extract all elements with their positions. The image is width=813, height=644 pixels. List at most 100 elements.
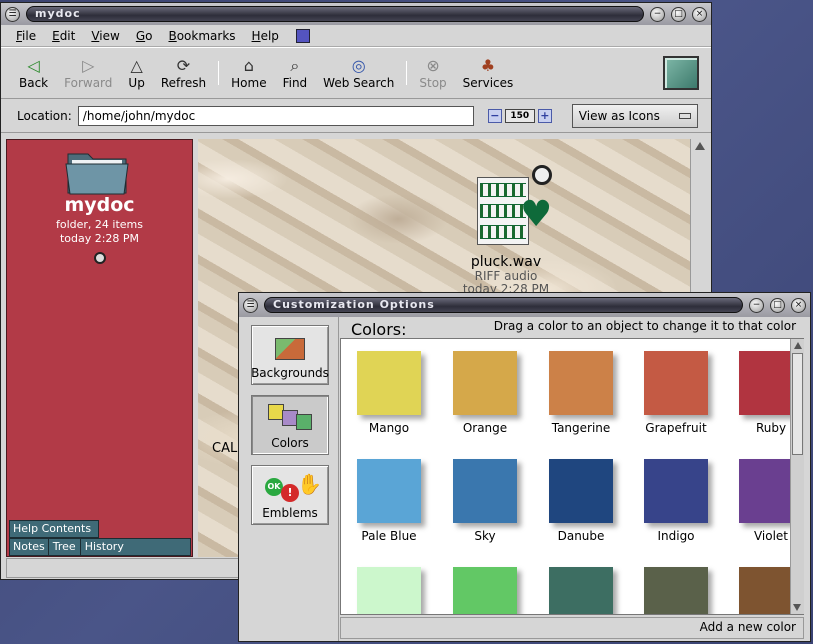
color-swatch-label: Indigo — [657, 529, 695, 543]
color-swatch[interactable] — [549, 459, 613, 523]
location-input[interactable] — [77, 105, 474, 126]
color-swatch[interactable] — [357, 567, 421, 614]
color-swatch-label: Tangerine — [551, 421, 611, 435]
refresh-label: Refresh — [160, 76, 207, 90]
find-button[interactable]: ⌕ Find — [275, 49, 316, 97]
window-menu-icon[interactable]: ☰ — [243, 297, 258, 313]
category-emblems-button[interactable]: OK ! ✋ Emblems — [251, 465, 329, 525]
category-backgrounds-button[interactable]: Backgrounds — [251, 325, 329, 385]
scroll-up-icon[interactable] — [694, 142, 705, 150]
color-swatch[interactable] — [549, 351, 613, 415]
category-emblems-label: Emblems — [262, 506, 318, 520]
tab-notes[interactable]: Notes — [10, 539, 49, 555]
forward-button[interactable]: ▷ Forward — [56, 49, 120, 97]
menu-view[interactable]: View — [84, 27, 126, 45]
color-swatch[interactable] — [549, 567, 613, 614]
view-as-value: View as Icons — [578, 108, 660, 123]
forward-label: Forward — [64, 76, 113, 90]
menu-edit[interactable]: Edit — [45, 27, 82, 45]
tab-tree[interactable]: Tree — [49, 539, 81, 555]
emblem-noread-icon — [94, 252, 106, 264]
category-colors-button[interactable]: Colors — [251, 395, 329, 455]
scroll-up-icon[interactable] — [793, 342, 802, 349]
zoom-level[interactable]: 150 — [504, 108, 535, 123]
minimize-icon[interactable]: − — [749, 297, 764, 313]
maximize-icon[interactable]: □ — [671, 6, 686, 22]
emblems-icon: OK ! ✋ — [265, 474, 322, 502]
add-color-button[interactable]: Add a new color — [696, 619, 800, 635]
folder-title: mydoc — [64, 194, 135, 216]
toolbar-separator — [218, 61, 220, 85]
up-label: Up — [128, 76, 145, 90]
category-panel: Backgrounds Colors OK ! ✋ Emblems — [239, 317, 339, 641]
color-swatch[interactable] — [644, 459, 708, 523]
color-swatch[interactable] — [453, 351, 517, 415]
sidebar-tab-row: Notes Tree History — [9, 538, 191, 556]
folder-info: folder, 24 items — [55, 218, 143, 231]
up-button[interactable]: △ Up — [120, 49, 152, 97]
find-icon: ⌕ — [290, 56, 300, 75]
web-search-button[interactable]: ◎ Web Search — [315, 49, 402, 97]
category-backgrounds-label: Backgrounds — [251, 366, 329, 380]
minimize-icon[interactable]: − — [650, 6, 665, 22]
menubar: File Edit View Go Bookmarks Help — [1, 25, 711, 47]
menu-go[interactable]: Go — [129, 27, 160, 45]
folder-icon — [65, 153, 129, 195]
stop-button[interactable]: ⊗ Stop — [411, 49, 454, 97]
toolbar: ◁ Back ▷ Forward △ Up ⟳ Refresh ⌂ Home ⌕ Find … — [1, 47, 711, 99]
category-colors-label: Colors — [271, 436, 309, 450]
dropdown-icon — [678, 112, 691, 119]
services-label: Services — [462, 76, 514, 90]
color-swatch[interactable] — [453, 459, 517, 523]
colors-hint: Drag a color to an object to change it t… — [493, 319, 796, 333]
main-titlebar[interactable]: ☰ mydoc − □ × — [1, 3, 711, 25]
sidebar: mydoc folder, 24 items today 2:28 PM Hel… — [6, 139, 193, 557]
menu-help[interactable]: Help — [245, 27, 286, 45]
colors-icon — [268, 404, 312, 430]
view-as-select[interactable]: View as Icons — [571, 103, 698, 128]
location-label: Location: — [17, 108, 72, 123]
window-title: mydoc — [26, 6, 644, 22]
color-swatch-label: Orange — [462, 421, 508, 435]
zoom-in-button[interactable]: + — [537, 108, 552, 123]
window-menu-icon[interactable]: ☰ — [5, 6, 20, 22]
menu-file[interactable]: File — [9, 27, 43, 45]
color-swatch-label: Danube — [557, 529, 605, 543]
home-button[interactable]: ⌂ Home — [223, 49, 274, 97]
toolbar-separator — [406, 61, 408, 85]
scroll-thumb[interactable] — [792, 353, 803, 455]
services-icon: ♣ — [480, 56, 496, 75]
find-label: Find — [282, 76, 308, 90]
tab-history[interactable]: History — [81, 539, 128, 555]
services-button[interactable]: ♣ Services — [455, 49, 522, 97]
color-swatch-label: Grapefruit — [645, 421, 707, 435]
file-type: RIFF audio — [474, 269, 538, 283]
color-swatch[interactable] — [644, 351, 708, 415]
color-swatch[interactable] — [644, 567, 708, 614]
web-search-label: Web Search — [323, 76, 395, 90]
back-button[interactable]: ◁ Back — [11, 49, 56, 97]
menu-bookmarks[interactable]: Bookmarks — [161, 27, 242, 45]
backgrounds-icon — [275, 338, 305, 360]
dialog-title: Customization Options — [264, 297, 743, 313]
stop-label: Stop — [419, 76, 447, 90]
close-icon[interactable]: × — [791, 297, 806, 313]
scroll-down-icon[interactable] — [793, 604, 801, 611]
color-swatch-label: Sky — [474, 529, 496, 543]
zoom-out-button[interactable]: − — [487, 108, 502, 123]
home-icon: ⌂ — [243, 56, 254, 75]
tab-help-contents[interactable]: Help Contents — [9, 520, 99, 538]
close-icon[interactable]: × — [692, 6, 707, 22]
swatch-scrollbar[interactable] — [790, 339, 804, 614]
activity-throbber-icon — [295, 28, 310, 43]
refresh-button[interactable]: ⟳ Refresh — [153, 49, 214, 97]
dialog-titlebar[interactable]: ☰ Customization Options − □ × — [239, 293, 810, 317]
forward-arrow-icon: ▷ — [82, 56, 95, 75]
color-swatch-label: Pale Blue — [361, 529, 417, 543]
color-swatch[interactable] — [357, 351, 421, 415]
color-swatch[interactable] — [453, 567, 517, 614]
color-swatch[interactable] — [357, 459, 421, 523]
maximize-icon[interactable]: □ — [770, 297, 785, 313]
home-label: Home — [231, 76, 267, 90]
folder-date: today 2:28 PM — [59, 232, 140, 245]
